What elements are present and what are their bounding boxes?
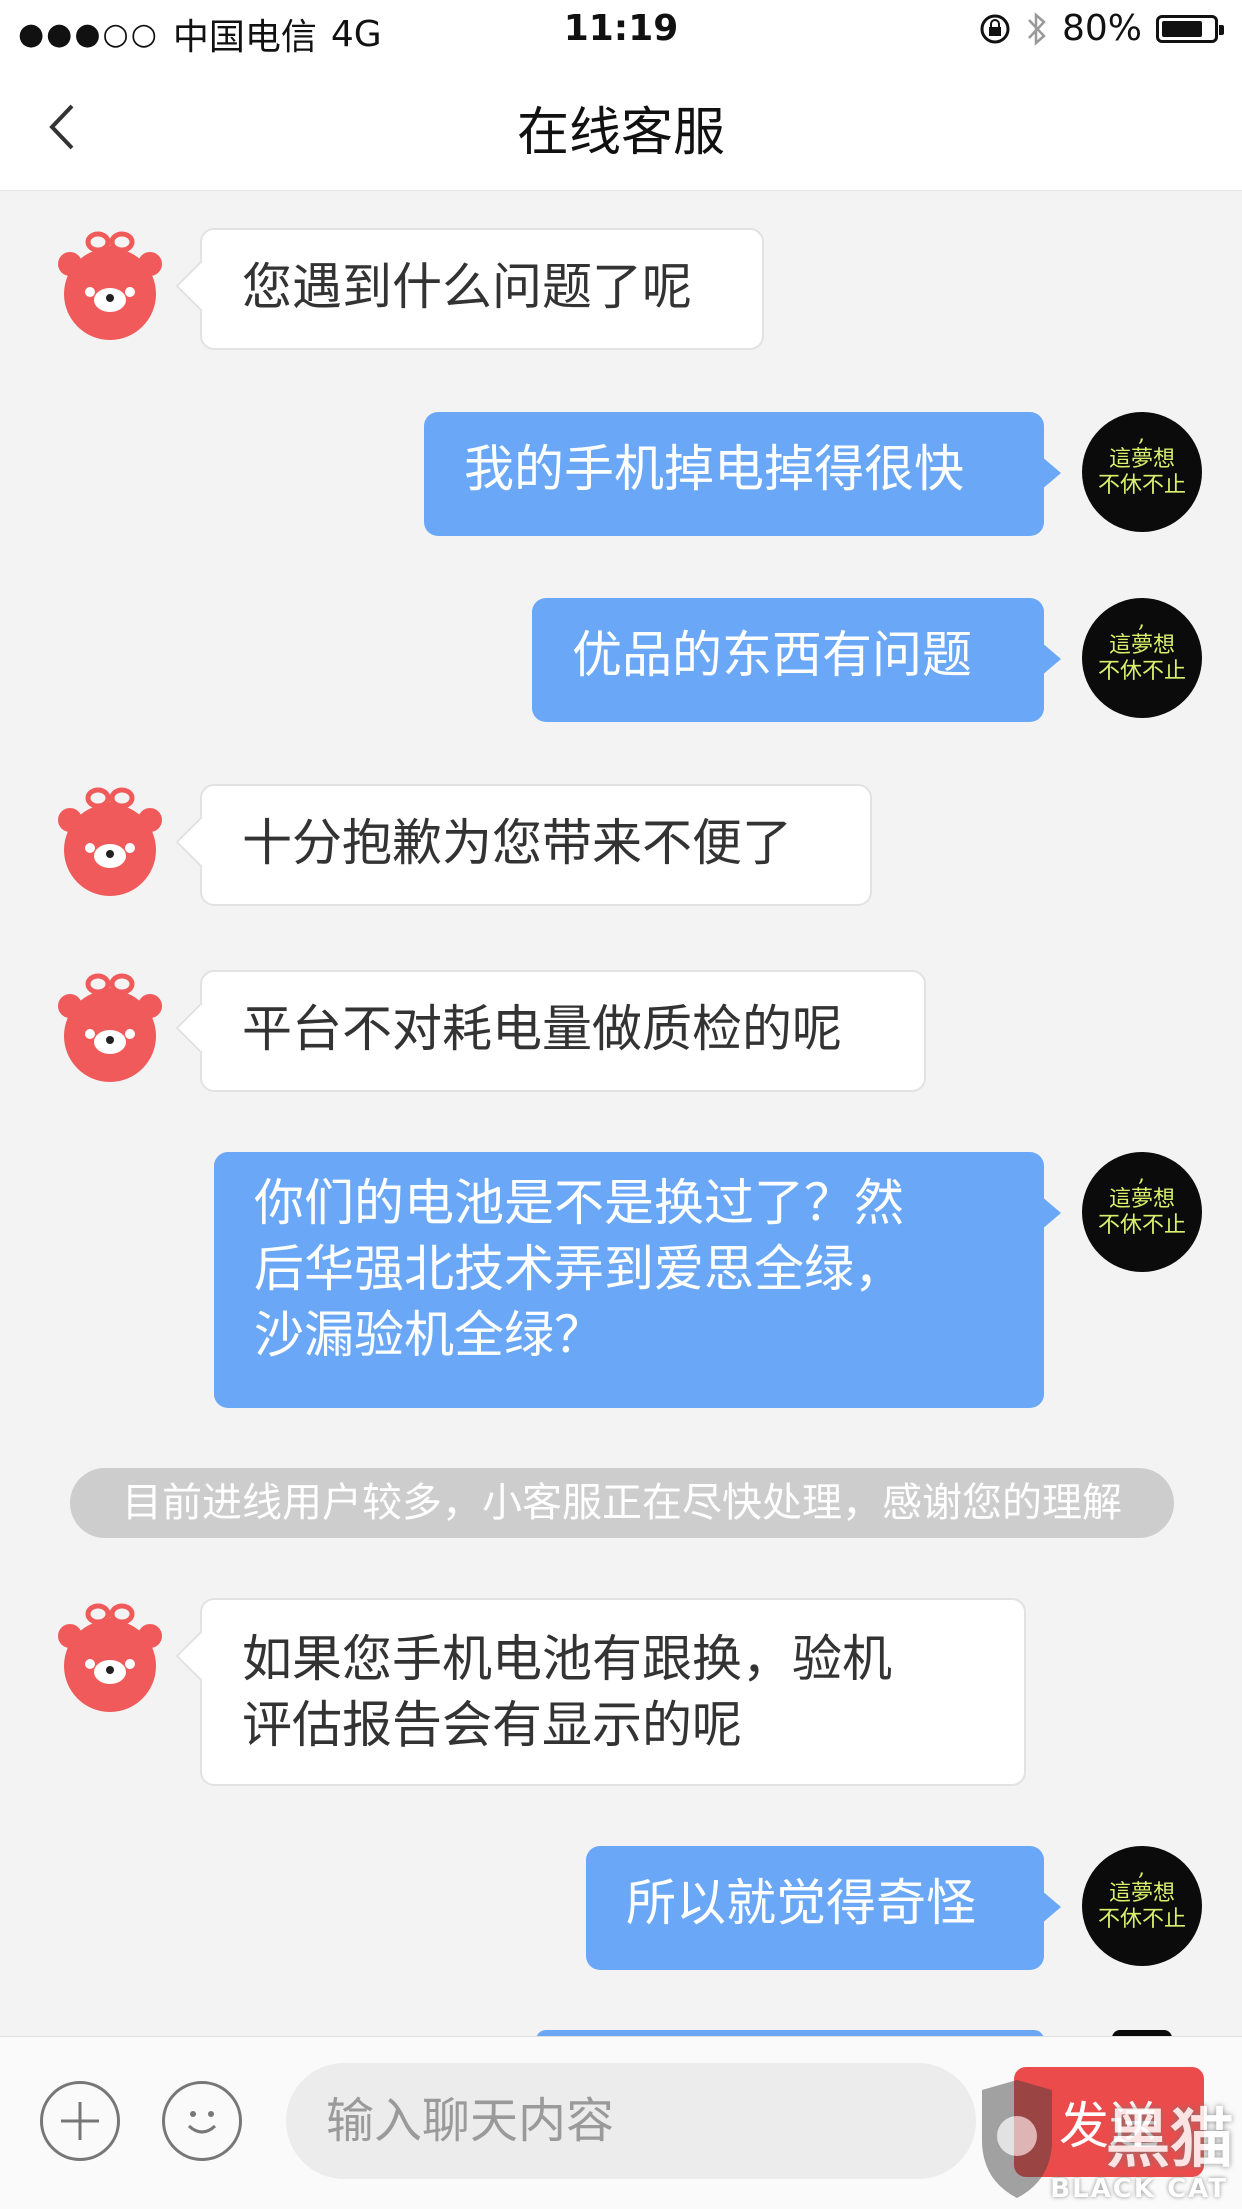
plus-icon: [61, 2102, 99, 2140]
bubble-line: 评估报告会有显示的呢: [242, 1696, 742, 1754]
smiley-icon: [187, 2111, 217, 2134]
bubble-line: 你们的电池是不是换过了？然: [254, 1174, 904, 1232]
send-button[interactable]: 发送: [1014, 2067, 1204, 2177]
battery-fill: [1162, 20, 1202, 37]
bluetooth-icon: [1028, 11, 1046, 46]
bubble-line: 沙漏验机全绿？: [254, 1306, 604, 1364]
user-bubble: 所以就觉得奇怪: [586, 1846, 1061, 1970]
comma-mark-icon: ,: [1138, 1856, 1145, 1881]
rotation-lock-icon: [980, 14, 1010, 43]
user-bubble: 你们的电池是不是换过了？然 后华强北技术弄到爱思全绿， 沙漏验机全绿？: [214, 1152, 1061, 1408]
battery-percent: 80%: [1061, 8, 1142, 49]
status-right: 80%: [978, 8, 1224, 49]
avatar-line-2: 不休不止: [1097, 473, 1186, 498]
agent-bubble: 平台不对耗电量做质检的呢: [200, 970, 926, 1092]
comma-mark-icon: ,: [1138, 1162, 1145, 1187]
comma-mark-icon: ,: [1138, 608, 1145, 633]
avatar-line-1: 這夢想: [1108, 1187, 1175, 1212]
status-bar: ●●●○○ 中国电信 4G 11:19 80%: [0, 0, 1242, 64]
battery-icon: [1156, 14, 1224, 43]
navigation-bar: 在线客服: [0, 64, 1242, 191]
user-avatar[interactable]: , 這夢想 不休不止: [1082, 412, 1202, 532]
agent-bubble: 十分抱歉为您带来不便了: [200, 784, 872, 906]
agent-bubble: 如果您手机电池有跟换，验机 评估报告会有显示的呢: [200, 1598, 1026, 1786]
user-bubble: 我的手机掉电掉得很快: [424, 412, 1061, 536]
user-bubble: 优品的东西有问题: [532, 598, 1061, 722]
avatar-line-1: 這夢想: [1108, 633, 1175, 658]
agent-bubble: 您遇到什么问题了呢: [200, 228, 764, 350]
user-avatar[interactable]: , 這夢想 不休不止: [1082, 598, 1202, 718]
bubble-line: 如果您手机电池有跟换，验机: [242, 1630, 892, 1688]
bear-avatar-icon[interactable]: [50, 1598, 170, 1718]
add-button[interactable]: [40, 2081, 120, 2161]
bear-avatar-icon[interactable]: [50, 782, 170, 902]
bear-avatar-icon[interactable]: [50, 968, 170, 1088]
bear-avatar-icon[interactable]: [50, 226, 170, 346]
chat-input-bar: 发送: [0, 2036, 1242, 2209]
comma-mark-icon: ,: [1138, 422, 1145, 447]
avatar-line-2: 不休不止: [1097, 1907, 1186, 1932]
chat-input[interactable]: [286, 2063, 976, 2179]
avatar-line-1: 這夢想: [1108, 447, 1175, 472]
avatar-line-2: 不休不止: [1097, 659, 1186, 684]
user-avatar[interactable]: , 這夢想 不休不止: [1082, 1152, 1202, 1272]
page-title: 在线客服: [516, 103, 725, 163]
emoji-button[interactable]: [162, 2081, 242, 2161]
avatar-line-1: 這夢想: [1108, 1881, 1175, 1906]
bubble-line: 后华强北技术弄到爱思全绿，: [254, 1240, 904, 1298]
avatar-line-2: 不休不止: [1097, 1213, 1186, 1238]
user-avatar[interactable]: , 這夢想 不休不止: [1082, 1846, 1202, 1966]
system-notice: 目前进线用户较多，小客服正在尽快处理，感谢您的理解: [70, 1468, 1174, 1538]
